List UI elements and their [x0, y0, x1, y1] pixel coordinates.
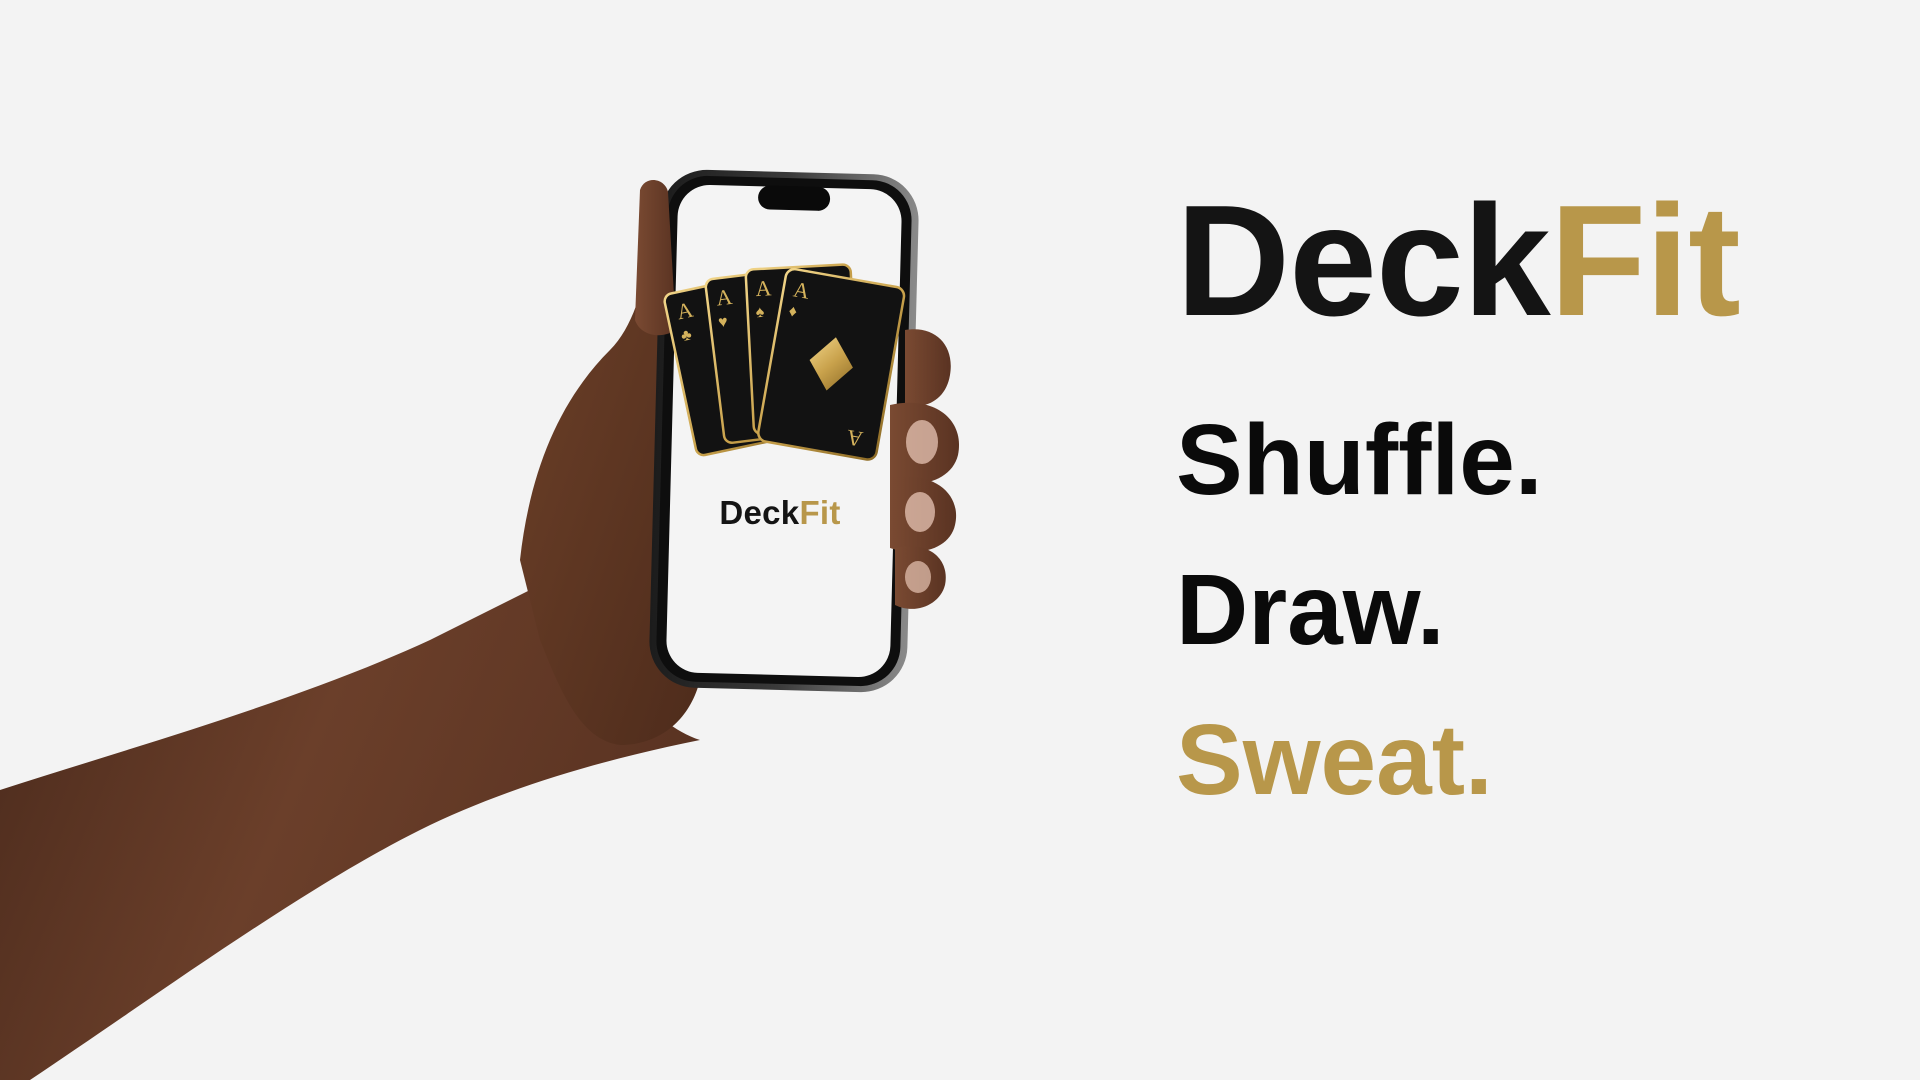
tagline-shuffle: Shuffle.: [1176, 404, 1543, 516]
dynamic-island: [758, 185, 831, 211]
brand-part2: Fit: [1549, 173, 1741, 349]
tagline-sweat: Sweat.: [1176, 704, 1493, 816]
tagline-draw: Draw.: [1176, 554, 1445, 666]
phone-app-name-part1: Deck: [719, 494, 800, 531]
card-rank: A: [715, 284, 734, 311]
playing-cards-fan: A ♣ A ♥ A ♠ A ♦ A: [663, 263, 906, 461]
phone-app-name-part2: Fit: [799, 494, 841, 531]
promo-banner: A ♣ A ♥ A ♠ A ♦ A DeckFit DeckFit Shuffl…: [0, 0, 1920, 1080]
brand-part1: Deck: [1176, 173, 1551, 349]
phone-app-name: DeckFit: [660, 496, 900, 529]
card-rank: A: [755, 275, 772, 301]
brand-headline: DeckFit: [1176, 182, 1741, 340]
hand-holding-phone-illustration: A ♣ A ♥ A ♠ A ♦ A: [0, 169, 960, 1080]
spade-icon: ♠: [755, 304, 765, 321]
